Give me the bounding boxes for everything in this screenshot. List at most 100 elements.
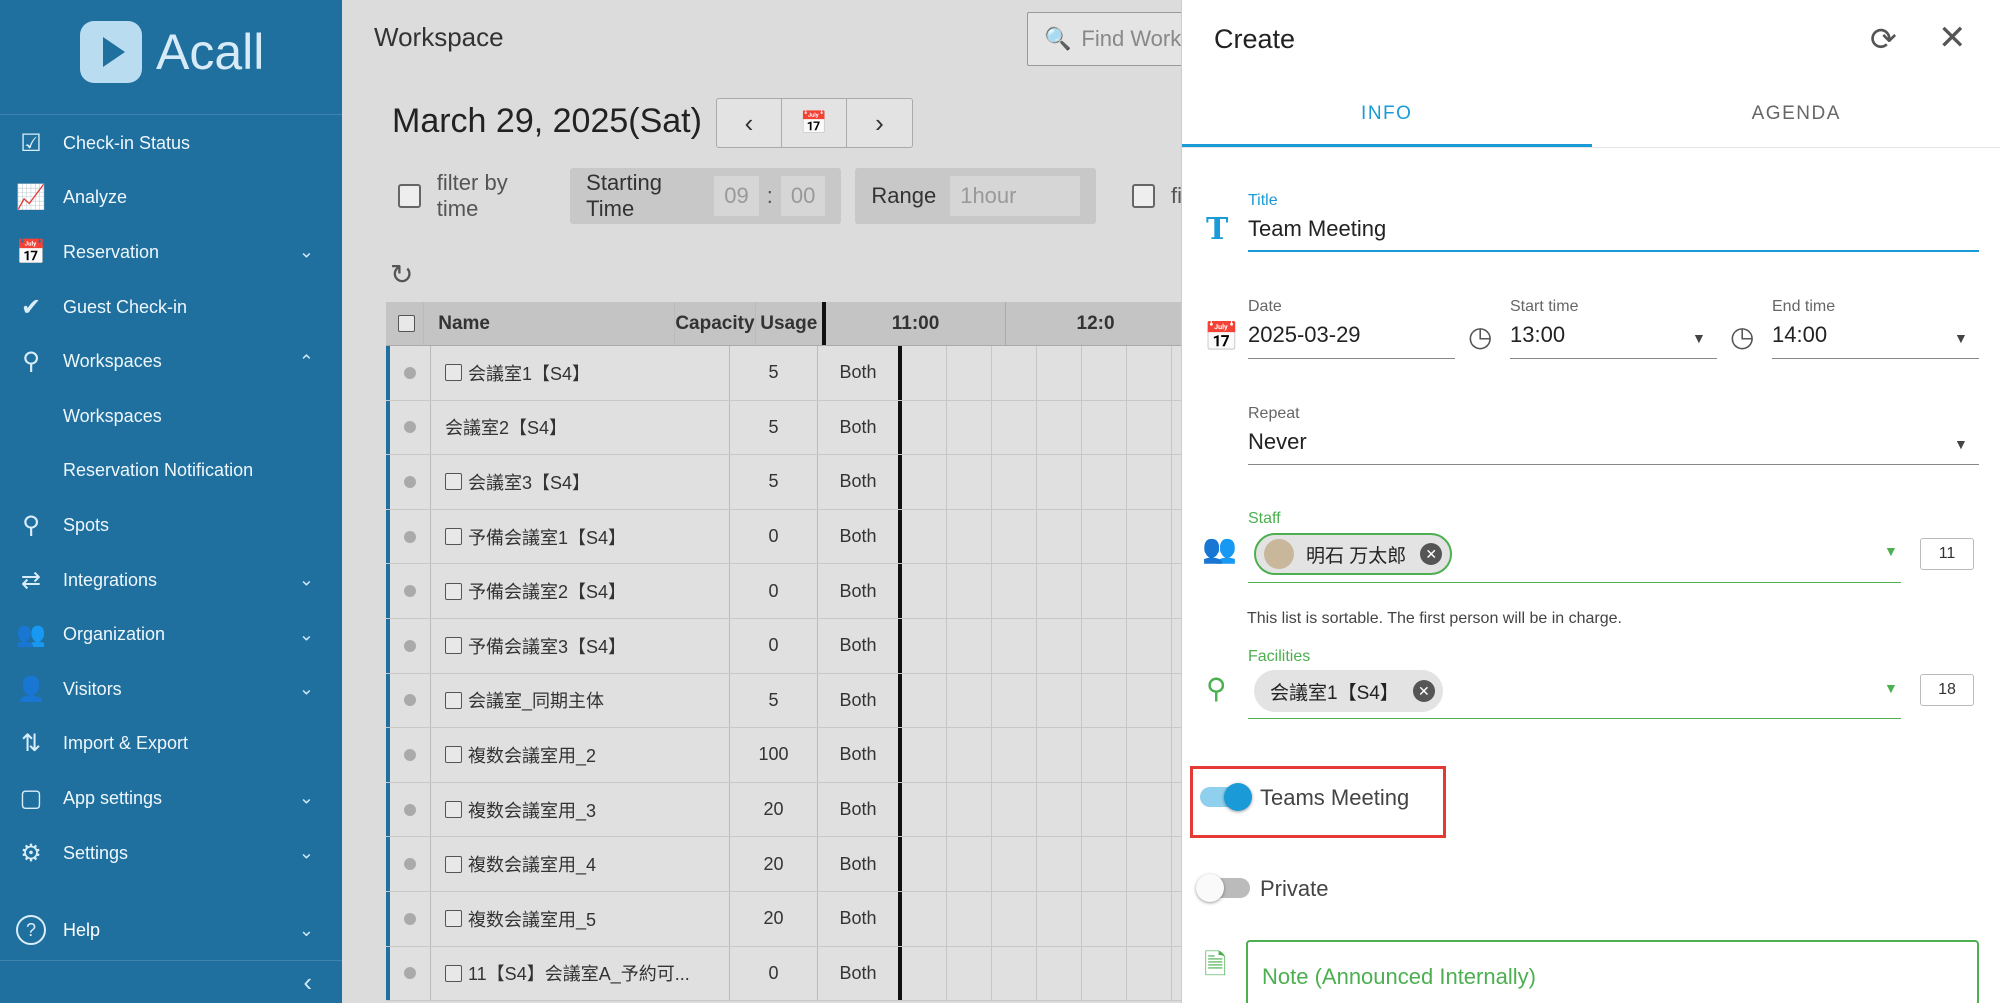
- sidebar-item-workspaces[interactable]: Workspaces: [0, 389, 342, 444]
- sidebar-item-settings[interactable]: ⚙ Settings ⌄: [0, 826, 342, 881]
- dropdown-arrow-icon[interactable]: ▼: [1884, 680, 1898, 696]
- sidebar-item-help[interactable]: ? Help ⌄: [0, 903, 342, 957]
- table-row[interactable]: 複数会議室用_2 100 Both: [386, 728, 1182, 783]
- row-checkbox[interactable]: [445, 473, 462, 491]
- calendar-button[interactable]: 📅: [782, 99, 847, 147]
- sidebar-item-import-export[interactable]: ⇅ Import & Export: [0, 717, 342, 772]
- prev-day-button[interactable]: ‹: [717, 99, 782, 147]
- row-checkbox[interactable]: [445, 910, 462, 928]
- close-icon[interactable]: ✕: [1938, 18, 1967, 58]
- table-row[interactable]: 会議室2【S4】 5 Both: [386, 400, 1182, 456]
- range-input[interactable]: 1hour: [950, 176, 1081, 216]
- acall-logo[interactable]: Acall: [80, 20, 264, 84]
- timeline-cell[interactable]: [902, 782, 1182, 837]
- collapse-sidebar-icon[interactable]: ‹: [303, 967, 312, 998]
- workspace-name[interactable]: 予備会議室2【S4】: [468, 578, 626, 604]
- sidebar-item-reservation-notification[interactable]: Reservation Notification: [0, 444, 342, 499]
- starting-time-field[interactable]: Starting Time 09 : 00: [570, 168, 842, 224]
- row-radio[interactable]: [386, 400, 430, 455]
- workspace-name[interactable]: 11【S4】会議室A_予約可...: [468, 960, 690, 986]
- row-radio[interactable]: [386, 782, 430, 837]
- start-minute-input[interactable]: 00: [780, 176, 826, 216]
- sidebar-item-visitors[interactable]: 👤 Visitors ⌄: [0, 662, 342, 717]
- reset-icon[interactable]: ⟳: [1870, 20, 1897, 58]
- sidebar-item-check-in-status[interactable]: ☑ Check-in Status: [0, 116, 342, 171]
- row-checkbox[interactable]: [445, 528, 462, 546]
- repeat-select[interactable]: Never: [1248, 429, 1307, 455]
- row-checkbox[interactable]: [445, 637, 462, 655]
- timeline-cell[interactable]: [902, 891, 1182, 946]
- workspace-name[interactable]: 予備会議室1【S4】: [468, 524, 626, 550]
- next-day-button[interactable]: ›: [847, 99, 912, 147]
- workspace-name[interactable]: 複数会議室用_4: [468, 851, 596, 877]
- workspace-name[interactable]: 複数会議室用_5: [468, 906, 596, 932]
- sidebar-item-reservation[interactable]: 📅 Reservation ⌄: [0, 225, 342, 280]
- sidebar-item-integrations[interactable]: ⇄ Integrations ⌄: [0, 553, 342, 608]
- title-input[interactable]: Team Meeting: [1248, 216, 1386, 242]
- table-row[interactable]: 複数会議室用_4 20 Both: [386, 837, 1182, 892]
- dropdown-arrow-icon[interactable]: ▼: [1692, 330, 1706, 346]
- start-time-select[interactable]: 13:00: [1510, 322, 1565, 348]
- row-radio[interactable]: [386, 618, 430, 673]
- sidebar-item-spots[interactable]: ⚲ Spots: [0, 498, 342, 553]
- table-row[interactable]: 予備会議室2【S4】 0 Both: [386, 564, 1182, 619]
- row-radio[interactable]: [386, 346, 430, 400]
- timeline-cell[interactable]: [902, 618, 1182, 673]
- workspace-name[interactable]: 会議室1【S4】: [468, 360, 590, 386]
- dropdown-arrow-icon[interactable]: ▼: [1954, 330, 1968, 346]
- tab-info[interactable]: INFO: [1182, 90, 1592, 147]
- table-row[interactable]: 11【S4】会議室A_予約可... 0 Both: [386, 946, 1182, 1002]
- table-row[interactable]: 複数会議室用_5 20 Both: [386, 891, 1182, 947]
- timeline-cell[interactable]: [902, 346, 1182, 400]
- workspace-name[interactable]: 会議室3【S4】: [468, 469, 590, 495]
- row-radio[interactable]: [386, 891, 430, 946]
- sidebar-item-organization[interactable]: 👥 Organization ⌄: [0, 607, 342, 662]
- workspace-name[interactable]: 複数会議室用_2: [468, 742, 596, 768]
- row-checkbox[interactable]: [445, 582, 462, 600]
- row-radio[interactable]: [386, 837, 430, 891]
- select-all-checkbox[interactable]: [386, 302, 423, 345]
- row-radio[interactable]: [386, 455, 430, 509]
- workspace-name[interactable]: 会議室2【S4】: [445, 414, 567, 440]
- date-input[interactable]: 2025-03-29: [1248, 322, 1361, 348]
- table-row[interactable]: 複数会議室用_3 20 Both: [386, 782, 1182, 838]
- timeline-cell[interactable]: [902, 946, 1182, 1001]
- workspace-name[interactable]: 予備会議室3【S4】: [468, 633, 626, 659]
- row-checkbox[interactable]: [445, 746, 462, 764]
- start-hour-input[interactable]: 09: [714, 176, 759, 216]
- search-input[interactable]: 🔍 Find Work: [1027, 12, 1182, 66]
- row-radio[interactable]: [386, 564, 430, 618]
- sidebar-item-app-settings[interactable]: ▢ App settings ⌄: [0, 771, 342, 826]
- row-radio[interactable]: [386, 728, 430, 782]
- sidebar-item-workspaces[interactable]: ⚲ Workspaces ⌃: [0, 334, 342, 389]
- dropdown-arrow-icon[interactable]: ▼: [1884, 543, 1898, 559]
- dropdown-arrow-icon[interactable]: ▼: [1954, 436, 1968, 452]
- tab-agenda[interactable]: AGENDA: [1592, 90, 2000, 147]
- range-field[interactable]: Range 1hour: [855, 168, 1097, 224]
- end-time-select[interactable]: 14:00: [1772, 322, 1827, 348]
- sidebar-item-analyze[interactable]: 📈 Analyze: [0, 171, 342, 226]
- row-checkbox[interactable]: [445, 855, 462, 873]
- timeline-cell[interactable]: [902, 837, 1182, 891]
- note-input[interactable]: Note (Announced Internally): [1246, 940, 1979, 1003]
- row-radio[interactable]: [386, 946, 430, 1001]
- filter-checkbox-2[interactable]: [1132, 184, 1155, 208]
- timeline-cell[interactable]: [902, 455, 1182, 509]
- table-row[interactable]: 予備会議室3【S4】 0 Both: [386, 618, 1182, 674]
- timeline-cell[interactable]: [902, 400, 1182, 455]
- remove-chip-icon[interactable]: ✕: [1412, 680, 1435, 702]
- timeline-cell[interactable]: [902, 564, 1182, 618]
- filter-by-time-checkbox[interactable]: [398, 184, 421, 208]
- table-row[interactable]: 会議室3【S4】 5 Both: [386, 455, 1182, 510]
- table-row[interactable]: 会議室_同期主体 5 Both: [386, 673, 1182, 729]
- row-radio[interactable]: [386, 673, 430, 728]
- sidebar-item-guest-check-in[interactable]: ✔ Guest Check-in: [0, 280, 342, 335]
- table-row[interactable]: 予備会議室1【S4】 0 Both: [386, 509, 1182, 565]
- row-radio[interactable]: [386, 509, 430, 564]
- facility-chip[interactable]: 会議室1【S4】 ✕: [1254, 670, 1443, 712]
- workspace-name[interactable]: 複数会議室用_3: [468, 797, 596, 823]
- staff-chip[interactable]: 明石 万太郎 ✕: [1254, 533, 1453, 575]
- row-checkbox[interactable]: [445, 691, 462, 709]
- private-switch[interactable]: [1196, 874, 1224, 902]
- table-row[interactable]: 会議室1【S4】 5 Both: [386, 346, 1182, 401]
